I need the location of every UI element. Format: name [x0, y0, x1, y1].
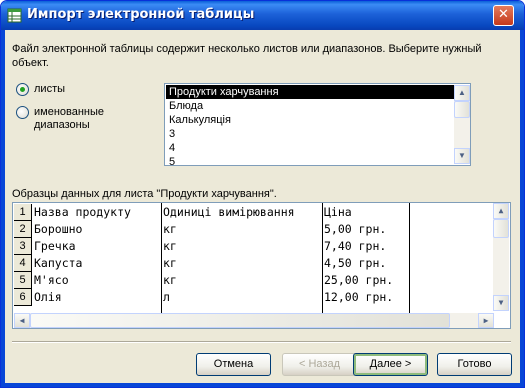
sample-data-grid[interactable]: 1 Назва продукту Одиниці вимірювання Цін…: [12, 202, 511, 329]
radio-ranges-label-line2: диапазоны: [34, 119, 90, 131]
listbox-vertical-scrollbar[interactable]: ▲ ▼: [454, 85, 470, 164]
table-row: 1 Назва продукту Одиниці вимірювання Цін…: [13, 204, 493, 221]
grid-cell: Гречка: [34, 239, 76, 253]
scroll-down-button[interactable]: ▼: [454, 148, 470, 164]
spreadsheet-icon: [7, 8, 22, 23]
close-button[interactable]: ✕: [493, 5, 514, 26]
table-row: 6 Олія л 12,00 грн.: [13, 289, 493, 306]
column-divider: [409, 203, 410, 315]
import-spreadsheet-dialog: Импорт электронной таблицы ✕ Файл электр…: [0, 0, 525, 388]
title-bar[interactable]: Импорт электронной таблицы ✕: [1, 1, 524, 30]
sample-data-label: Образцы данных для листа "Продукти харчу…: [12, 188, 277, 200]
scroll-up-icon: ▲: [498, 206, 504, 215]
column-divider: [161, 203, 162, 315]
grid-cell: Борошно: [34, 222, 83, 236]
instruction-text: Файл электронной таблицы содержит нескол…: [12, 43, 482, 69]
table-row: 4 Капуста кг 4,50 грн.: [13, 255, 493, 272]
table-row: 3 Гречка кг 7,40 грн.: [13, 238, 493, 255]
scroll-up-icon: ▲: [458, 88, 466, 97]
grid-hscroll-thumb[interactable]: [30, 313, 450, 328]
row-number: 2: [14, 221, 32, 238]
sheet-list-item[interactable]: 4: [166, 141, 456, 155]
scroll-thumb[interactable]: [454, 101, 470, 118]
grid-cell: 5,00 грн.: [324, 222, 387, 236]
sheet-list-item[interactable]: Калькуляція: [166, 113, 456, 127]
radio-sheets-label: листы: [34, 83, 66, 95]
row-number: 1: [14, 204, 32, 221]
grid-cell: 4,50 грн.: [324, 256, 387, 270]
grid-cell: Ціна: [324, 205, 352, 219]
scroll-left-icon: ◀: [19, 316, 25, 325]
grid-horizontal-scrollbar[interactable]: ◀ ▶: [14, 313, 494, 328]
grid-cell: Одиниці вимірювання: [163, 205, 295, 219]
scroll-down-icon: ▼: [458, 151, 466, 160]
grid-scroll-up-button[interactable]: ▲: [493, 203, 509, 219]
table-row: 5 М'ясо кг 25,00 грн.: [13, 272, 493, 289]
grid-scroll-thumb[interactable]: [493, 219, 509, 238]
grid-cell: 12,00 грн.: [324, 290, 394, 304]
grid-cell: М'ясо: [34, 273, 69, 287]
table-row: 2 Борошно кг 5,00 грн.: [13, 221, 493, 238]
grid-cell: Назва продукту: [34, 205, 131, 219]
row-number: 6: [14, 289, 32, 306]
grid-cell: 25,00 грн.: [324, 273, 394, 287]
grid-scroll-down-button[interactable]: ▼: [493, 295, 509, 311]
next-button[interactable]: Далее >: [353, 353, 428, 376]
back-button[interactable]: < Назад: [282, 353, 357, 376]
radio-ranges-label-line1: именованные: [34, 106, 105, 118]
sheet-list-item[interactable]: Продукти харчування: [165, 84, 457, 100]
radio-selected-dot: [20, 87, 25, 92]
grid-cell: кг: [163, 222, 177, 236]
close-icon: ✕: [498, 7, 509, 22]
radio-named-ranges-control[interactable]: [16, 106, 29, 119]
row-number: 4: [14, 255, 32, 272]
cancel-button[interactable]: Отмена: [196, 353, 271, 376]
scroll-down-icon: ▼: [498, 298, 504, 307]
grid-scroll-right-button[interactable]: ▶: [478, 313, 494, 328]
grid-cell: Олія: [34, 290, 62, 304]
grid-cell: 7,40 грн.: [324, 239, 387, 253]
row-number: 3: [14, 238, 32, 255]
grid-cell: кг: [163, 256, 177, 270]
scroll-up-button[interactable]: ▲: [454, 85, 470, 101]
window-border-bottom: [1, 383, 524, 387]
column-divider: [322, 203, 323, 315]
window-border-right: [520, 30, 524, 387]
grid-cell: кг: [163, 239, 177, 253]
finish-button[interactable]: Готово: [437, 353, 512, 376]
grid-cell: кг: [163, 273, 177, 287]
grid-vertical-scrollbar[interactable]: ▲ ▼: [493, 203, 509, 311]
radio-sheets-control[interactable]: [16, 83, 29, 96]
sheet-listbox[interactable]: Продукти харчування Блюда Калькуляція 3 …: [164, 83, 471, 169]
grid-scroll-left-button[interactable]: ◀: [14, 313, 30, 328]
scroll-right-icon: ▶: [483, 316, 489, 325]
window-border-left: [1, 30, 5, 387]
row-number: 5: [14, 272, 32, 289]
sheet-list-item[interactable]: Блюда: [166, 99, 456, 113]
grid-cell: Капуста: [34, 256, 83, 270]
footer-separator: [12, 341, 511, 343]
sheet-list-item[interactable]: 3: [166, 127, 456, 141]
grid-cell: л: [163, 290, 170, 304]
window-title: Импорт электронной таблицы: [27, 7, 255, 22]
sheet-list-item[interactable]: 5: [166, 155, 456, 169]
